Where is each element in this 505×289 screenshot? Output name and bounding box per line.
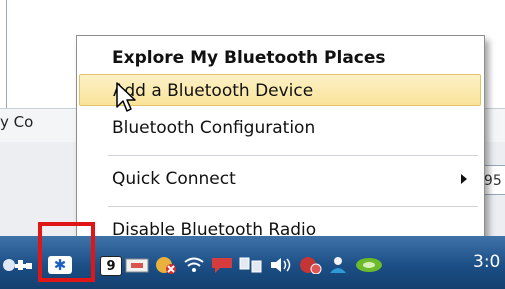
network-connections-icon[interactable]: [238, 256, 264, 274]
wifi-icon[interactable]: [182, 256, 206, 274]
network-icon[interactable]: [2, 256, 36, 274]
background-partial-label: y Co: [0, 113, 34, 131]
nvidia-icon[interactable]: [354, 256, 384, 274]
taskbar-clock[interactable]: 3:0: [473, 252, 500, 272]
menu-item-label: Quick Connect: [112, 169, 236, 189]
menu-item-label: Add a Bluetooth Device: [113, 81, 314, 101]
chat-icon[interactable]: [210, 256, 234, 274]
menu-item-add-bluetooth-device[interactable]: Add a Bluetooth Device: [79, 74, 481, 106]
menu-item-bluetooth-configuration[interactable]: Bluetooth Configuration: [79, 112, 481, 144]
menu-item-label: Bluetooth Configuration: [112, 118, 316, 138]
highlight-annotation-box: [38, 222, 95, 282]
volume-icon[interactable]: [268, 256, 294, 274]
bluetooth-context-menu: Explore My Bluetooth Places Add a Blueto…: [76, 35, 485, 252]
menu-separator: [108, 155, 478, 156]
submenu-arrow-icon: [461, 174, 467, 184]
menu-item-quick-connect[interactable]: Quick Connect: [79, 163, 481, 195]
menu-item-explore-bluetooth-places[interactable]: Explore My Bluetooth Places: [79, 42, 481, 74]
menu-item-label: Explore My Bluetooth Places: [112, 48, 386, 68]
mouse-cursor-icon: [116, 82, 136, 112]
mail-icon[interactable]: [125, 256, 149, 274]
calendar-9-icon[interactable]: 9: [100, 256, 122, 276]
menu-separator: [108, 206, 478, 207]
security-warning-icon[interactable]: [154, 256, 178, 274]
antivirus-icon[interactable]: [298, 256, 322, 274]
user-icon[interactable]: [326, 256, 350, 274]
